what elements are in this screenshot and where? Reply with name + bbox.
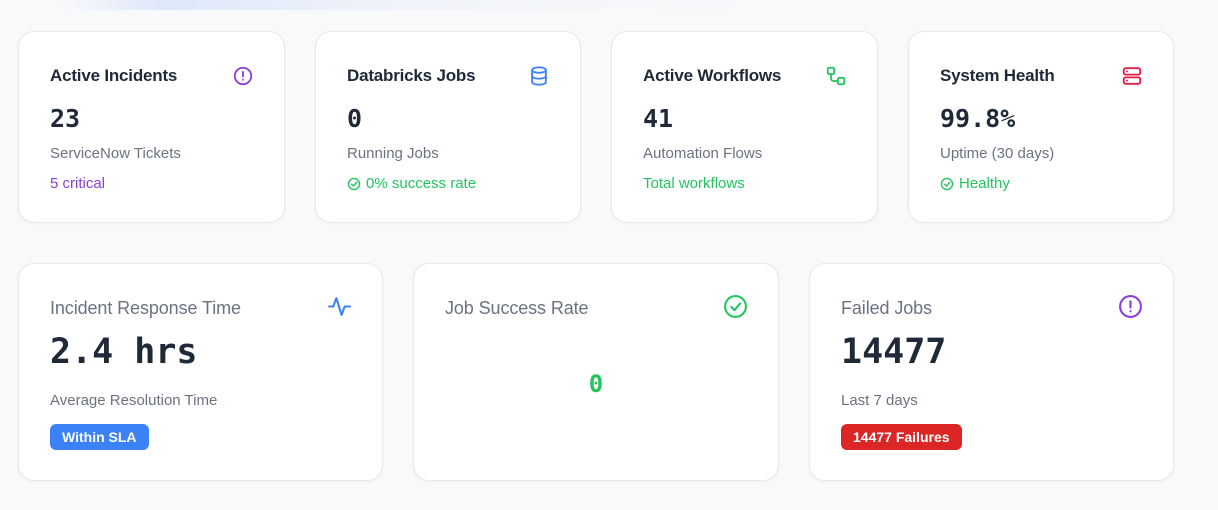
check-circle-icon [940, 177, 954, 190]
sla-status-badge: Within SLA [50, 424, 149, 450]
failures-badge: 14477 Failures [841, 424, 962, 450]
card-subtitle: Automation Flows [643, 145, 763, 162]
databricks-jobs-card[interactable]: Databricks Jobs 0 Running Jobs 0% succes… [315, 31, 581, 223]
success-rate-value: 0 [588, 370, 604, 398]
system-health-card[interactable]: System Health 99.8% Uptime (30 days) Hea… [908, 31, 1174, 223]
check-circle-icon [724, 295, 747, 318]
card-title: System Health [940, 66, 1055, 85]
card-value: 23 [50, 104, 81, 133]
card-title: Active Workflows [643, 66, 782, 85]
database-icon [531, 66, 547, 86]
critical-count: 5 critical [50, 175, 106, 192]
top-gradient-strip [60, 0, 760, 10]
card-footer: Healthy [940, 175, 1010, 192]
alert-circle-icon [1119, 295, 1142, 318]
check-circle-icon [347, 177, 361, 190]
active-workflows-card[interactable]: Active Workflows 41 Automation Flows Tot… [611, 31, 878, 223]
incident-response-time-card[interactable]: Incident Response Time 2.4 hrs Average R… [18, 263, 383, 481]
card-subtitle: Average Resolution Time [50, 392, 218, 409]
card-title: Incident Response Time [50, 298, 241, 318]
total-workflows-text: Total workflows [643, 175, 745, 192]
card-title: Job Success Rate [445, 298, 589, 318]
job-success-rate-card[interactable]: Job Success Rate 0 [413, 263, 779, 481]
success-rate-text: 0% success rate [366, 175, 477, 192]
server-icon [1122, 67, 1142, 85]
card-footer: 5 critical [50, 175, 105, 192]
activity-icon [328, 297, 351, 316]
card-title: Active Incidents [50, 66, 178, 85]
failed-jobs-card[interactable]: Failed Jobs 14477 Last 7 days 14477 Fail… [809, 263, 1174, 481]
card-subtitle: Running Jobs [347, 145, 439, 162]
card-value: 2.4 hrs [50, 332, 198, 372]
active-incidents-card[interactable]: Active Incidents 23 ServiceNow Tickets 5… [18, 31, 285, 223]
card-footer: 0% success rate [347, 175, 476, 192]
card-subtitle: Last 7 days [841, 392, 918, 409]
card-title: Databricks Jobs [347, 66, 476, 85]
card-footer: Total workflows [643, 175, 745, 192]
card-value: 0 [347, 104, 363, 133]
card-value: 99.8% [940, 104, 1016, 133]
workflow-icon [826, 66, 846, 86]
card-subtitle: ServiceNow Tickets [50, 145, 181, 162]
health-status-text: Healthy [959, 175, 1010, 192]
card-title: Failed Jobs [841, 298, 932, 318]
alert-circle-icon [233, 66, 253, 86]
card-subtitle: Uptime (30 days) [940, 145, 1055, 162]
card-value: 14477 [841, 332, 947, 372]
card-value: 41 [643, 104, 674, 133]
